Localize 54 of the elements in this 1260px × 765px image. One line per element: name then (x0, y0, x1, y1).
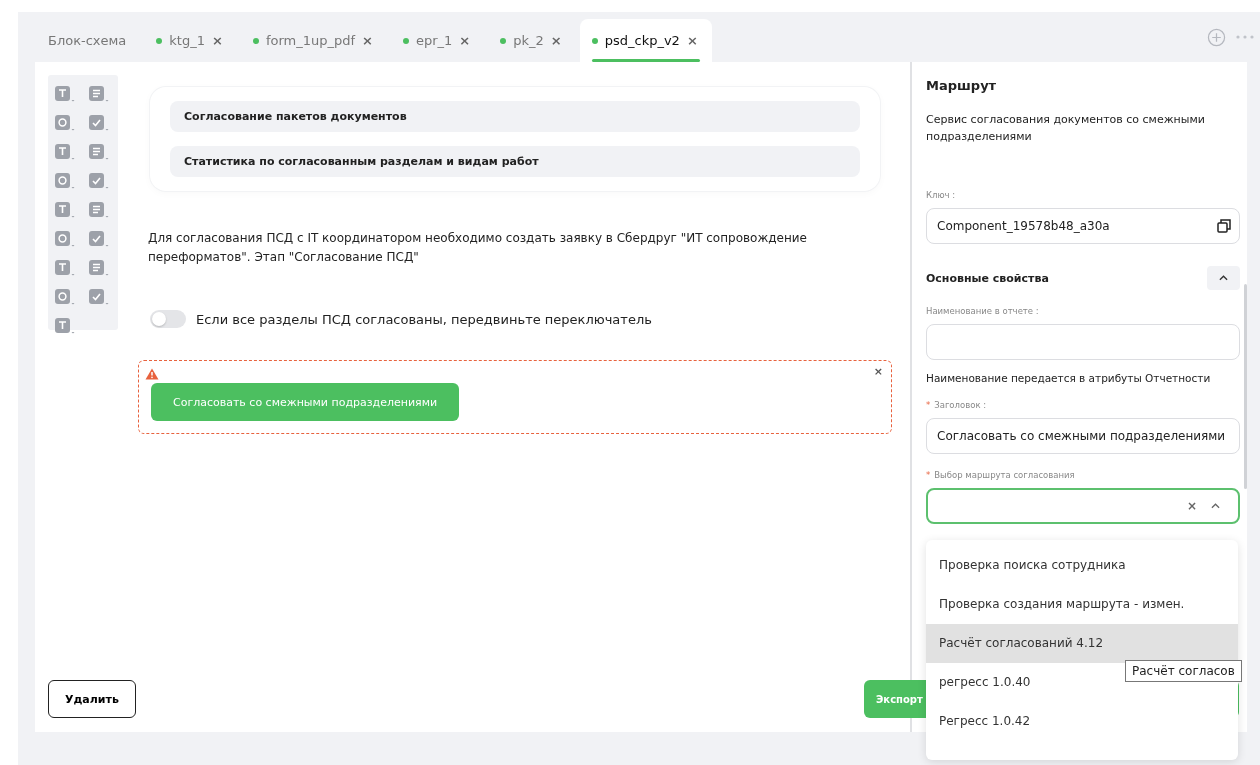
close-icon[interactable]: × (362, 33, 373, 48)
panel-title: Маршрут (926, 78, 998, 93)
tab-label: Блок-схема (48, 33, 127, 48)
copy-icon[interactable] (1217, 219, 1231, 233)
close-icon[interactable]: × (550, 33, 562, 48)
caret-icon (1211, 503, 1220, 509)
scrollbar[interactable] (1244, 284, 1247, 489)
field-value: Component_19578b48_a30a (937, 219, 1110, 233)
more-icon[interactable] (1236, 35, 1254, 39)
route-select[interactable]: × (926, 488, 1240, 524)
caret-icon (1219, 275, 1228, 281)
close-icon[interactable]: × (873, 365, 883, 378)
menu-item[interactable]: Статистика по согласованным разделам и видам работ (170, 146, 860, 177)
tab-label: epr_1 (415, 33, 453, 48)
delete-button[interactable]: Удалить (48, 680, 136, 718)
tab-label: form_1up_pdf (265, 33, 356, 48)
toggle-switch[interactable] (150, 310, 186, 328)
section-title: Основные свойства (926, 271, 1049, 285)
close-icon[interactable]: × (212, 33, 223, 48)
dropdown-option[interactable]: Проверка поиска сотрудника (926, 546, 1238, 585)
tab[interactable]: form_1up_pdf × (240, 19, 387, 62)
close-icon[interactable]: × (459, 33, 471, 48)
tab[interactable]: Блок-схема (36, 19, 141, 62)
tab[interactable]: pk_2 × (488, 19, 576, 62)
toggle-label: Если все разделы ПСД согласованы, передвиньте переключатель (196, 311, 652, 327)
close-icon[interactable]: × (686, 33, 698, 48)
tab[interactable]: psd_ckp_v2 × (579, 19, 712, 62)
panel-description: Сервис согласования документов со смежными подразделениями (926, 112, 1206, 145)
notice-text: Для согласования ПСД с IT координатором необходимо создать заявку в Сбердруг "ИТ сопровождение переформатов". Этап "Согласование ПСД" (148, 230, 808, 266)
key-field[interactable]: Component_19578b48_a30a (926, 208, 1240, 244)
text-field-icon[interactable] (54, 85, 76, 103)
checkbox-icon[interactable] (54, 172, 76, 190)
clear-icon[interactable]: × (1186, 499, 1197, 513)
field-label: * Заголовок : (926, 400, 988, 410)
dropdown-option[interactable]: Расчёт согласований 4.12 (926, 624, 1238, 663)
tab[interactable]: ktg_1 × (144, 19, 237, 62)
tooltip: Расчёт согласов (1125, 660, 1242, 682)
dropdown-option[interactable]: Проверка создания маршрута - измен. (926, 585, 1238, 624)
field-hint: Наименование передается в атрибуты Отчетности (926, 372, 1212, 384)
add-icon[interactable] (1207, 27, 1226, 47)
text-area-icon[interactable] (88, 85, 110, 103)
menu-item[interactable]: Согласование пакетов документов (170, 101, 860, 132)
dropdown-option[interactable]: Регресс 1.0.42 (926, 702, 1238, 741)
tab-label: ktg_1 (169, 33, 205, 48)
selected-block[interactable]: × Согласовать со смежными подразделениями (138, 360, 892, 434)
input-field[interactable]: Согласовать со смежными подразделениями (926, 418, 1240, 454)
tab-label: pk_2 (513, 33, 544, 48)
tab[interactable]: epr_1 × (390, 19, 485, 62)
field-label: Ключ : (926, 190, 957, 200)
tab-label: psd_ckp_v2 (604, 33, 680, 48)
field-label: * Выбор маршрута согласования (926, 470, 1076, 480)
field-label: Наименование в отчете : (926, 306, 1040, 316)
collapse-button[interactable] (1207, 266, 1240, 290)
input-field[interactable] (926, 324, 1240, 360)
